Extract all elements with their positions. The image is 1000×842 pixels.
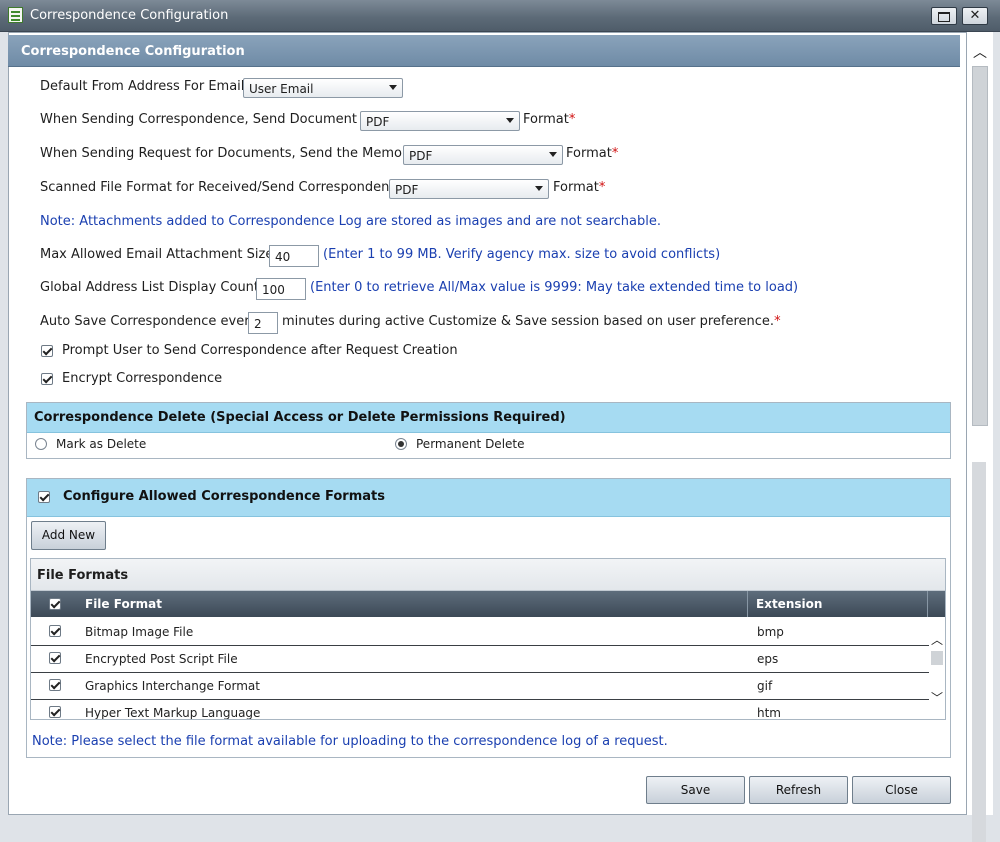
send-document-suffix: Format* [523,112,576,127]
grid-header: File Format Extension [31,591,945,617]
table-row[interactable]: Bitmap Image File bmp [31,618,929,646]
gal-count-input[interactable]: 100 [256,278,306,300]
save-button[interactable]: Save [646,776,745,804]
close-icon: ✕ [969,8,981,23]
scanned-format-select[interactable]: PDF [389,179,549,199]
send-memo-label: When Sending Request for Documents, Send… [40,146,418,161]
grid-caption: File Formats [31,559,945,591]
window-titlebar: Correspondence Configuration ✕ [0,0,1000,32]
autosave-label: Auto Save Correspondence every [40,314,258,329]
file-format-ext: eps [757,652,779,666]
default-from-select[interactable]: User Email [243,78,403,98]
file-format-name: Graphics Interchange Format [85,679,260,693]
file-formats-grid: File Formats File Format Extension Bitma… [30,558,946,720]
col-extension[interactable]: Extension [756,597,822,611]
delete-panel-header: Correspondence Delete (Special Access or… [27,403,950,433]
vertical-scrollbar[interactable]: ︿ [967,32,993,842]
scrollbar-thumb[interactable] [972,66,988,426]
section-title: Correspondence Configuration [21,44,245,59]
scanned-format-suffix: Format* [553,180,606,195]
scrollbar-track[interactable] [972,462,986,842]
row-checkbox[interactable] [49,706,61,718]
file-format-name: Bitmap Image File [85,625,194,639]
chevron-down-icon [549,152,557,157]
max-attachment-input[interactable]: 40 [269,245,319,267]
table-row[interactable]: Encrypted Post Script File eps [31,645,929,673]
chevron-down-icon [535,186,543,191]
formats-panel-title: Configure Allowed Correspondence Formats [63,489,385,504]
scroll-up-icon[interactable]: ︿ [931,631,943,648]
row-checkbox[interactable] [49,625,61,637]
max-attachment-hint: (Enter 1 to 99 MB. Verify agency max. si… [323,247,721,262]
mark-as-delete-radio[interactable] [35,438,47,450]
send-document-label: When Sending Correspondence, Send Docume… [40,112,373,127]
table-row[interactable]: Graphics Interchange Format gif [31,672,929,700]
chevron-down-icon [506,118,514,123]
send-memo-format-select[interactable]: PDF [403,145,563,165]
grid-scrollbar-thumb[interactable] [931,651,943,665]
close-button[interactable]: Close [852,776,951,804]
section-header: Correspondence Configuration [8,35,960,67]
maximize-icon [938,12,950,22]
form-icon [8,7,23,23]
send-memo-suffix: Format* [566,146,619,161]
encrypt-checkbox[interactable] [41,373,53,385]
refresh-button[interactable]: Refresh [749,776,848,804]
file-format-name: Encrypted Post Script File [85,652,238,666]
delete-panel: Correspondence Delete (Special Access or… [26,402,951,459]
file-format-ext: htm [757,706,781,720]
file-format-ext: gif [757,679,773,693]
select-all-checkbox[interactable] [49,598,61,610]
permanent-delete-label: Permanent Delete [416,437,525,451]
grid-scrollbar[interactable]: ︿ ﹀ [929,617,945,719]
gal-count-label: Global Address List Display Count* [40,280,266,295]
attachments-note: Note: Attachments added to Correspondenc… [40,214,661,229]
row-checkbox[interactable] [49,679,61,691]
autosave-minutes-input[interactable]: 2 [248,312,278,334]
col-file-format[interactable]: File Format [85,597,162,611]
formats-note: Note: Please select the file format avai… [32,734,668,749]
delete-panel-title: Correspondence Delete (Special Access or… [34,410,566,425]
autosave-suffix: minutes during active Customize & Save s… [282,314,781,329]
scroll-up-icon[interactable]: ︿ [971,42,989,62]
permanent-delete-radio[interactable] [395,438,407,450]
file-format-ext: bmp [757,625,784,639]
add-new-button[interactable]: Add New [31,521,106,550]
maximize-button[interactable] [931,7,957,25]
row-checkbox[interactable] [49,652,61,664]
max-attachment-label: Max Allowed Email Attachment Size* [40,247,280,262]
window-close-button[interactable]: ✕ [962,7,988,25]
formats-panel-header: Configure Allowed Correspondence Formats [27,479,950,517]
mark-as-delete-label: Mark as Delete [56,437,147,451]
chevron-down-icon [389,85,397,90]
prompt-user-checkbox[interactable] [41,345,53,357]
gal-count-hint: (Enter 0 to retrieve All/Max value is 99… [310,280,799,295]
file-format-name: Hyper Text Markup Language [85,706,261,720]
encrypt-label: Encrypt Correspondence [62,371,223,386]
window-title: Correspondence Configuration [30,8,229,23]
table-row[interactable]: Hyper Text Markup Language htm [31,699,929,720]
send-document-format-select[interactable]: PDF [360,111,520,131]
prompt-user-label: Prompt User to Send Correspondence after… [62,343,458,358]
configure-formats-checkbox[interactable] [38,491,50,503]
default-from-label: Default From Address For Email* [40,79,251,94]
scanned-format-label: Scanned File Format for Received/Send Co… [40,180,405,195]
scroll-down-icon[interactable]: ﹀ [931,689,943,706]
